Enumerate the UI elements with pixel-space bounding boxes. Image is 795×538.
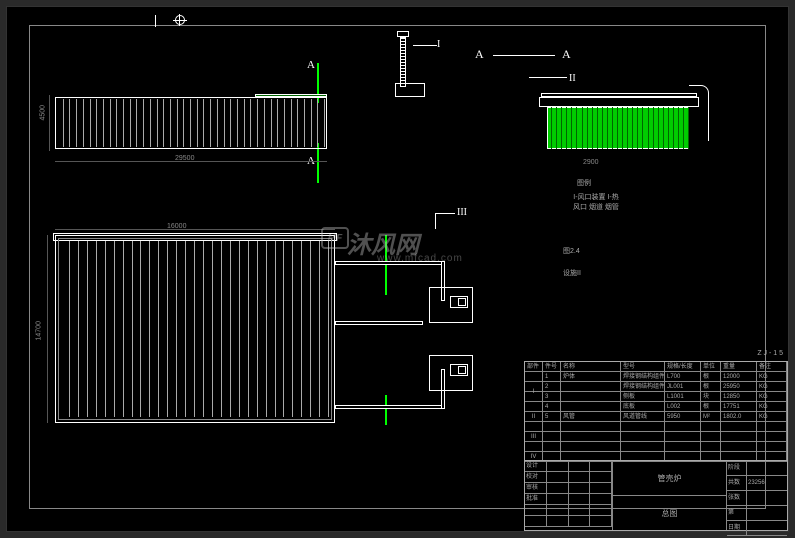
column-grid: [57, 99, 325, 147]
table-row: [525, 432, 787, 442]
dimension-text: 29500: [175, 155, 194, 162]
table-row: 2焊接钢结构组件JL001根25950KG: [525, 382, 787, 392]
plan-view[interactable]: [55, 235, 335, 423]
chimney-tower[interactable]: [395, 31, 411, 97]
title-block[interactable]: Z J - 1 5 部件 件号 名称 型号 规格/长度 单位 重量 备注 1炉体…: [524, 361, 788, 531]
table-header-row: 部件 件号 名称 型号 规格/长度 单位 重量 备注: [525, 362, 787, 372]
callout-label-iii: III: [457, 207, 467, 218]
dimension-text: 14700: [36, 321, 43, 340]
table-row: [525, 442, 787, 452]
meta-row: 共数23256: [727, 476, 787, 491]
section-label-a-left: A: [307, 59, 315, 71]
section-cut-line: [385, 235, 387, 295]
drawing-code: Z J - 1 5: [757, 350, 783, 357]
signature-row: 批准: [525, 494, 612, 505]
equipment-box[interactable]: [429, 355, 473, 391]
group-cell: II: [525, 412, 543, 422]
title-block-footer: 设计校对审核批准 管壳炉 总图 阶段共数23256张数第日期: [525, 460, 787, 530]
leader-line: [529, 77, 567, 78]
signature-row: 审核: [525, 483, 612, 494]
table-row: 1炉体焊接钢结构组件L700根12000KG: [525, 372, 787, 382]
project-name: 管壳炉: [613, 461, 726, 496]
dimension-line: [49, 95, 50, 151]
dimension-text: 16000: [167, 223, 186, 230]
signature-row: 设计: [525, 461, 612, 472]
group-cell: I: [525, 372, 543, 412]
section-title-a-left: A: [475, 47, 484, 62]
section-title-underline: [493, 55, 555, 56]
table-row: 4底板L002根17751KG: [525, 402, 787, 412]
pipe-run: [335, 321, 423, 325]
callout-label-ii: II: [569, 73, 576, 84]
column-grid: [547, 107, 689, 149]
note-text: I-风口装置 I-热风口 烟道 烟管: [573, 193, 619, 213]
table-row: 5风管风道管线5950M²1802.0KG: [525, 412, 787, 422]
note-text: 图例: [577, 179, 591, 189]
meta-row: 张数: [727, 491, 787, 506]
parts-list-table: 部件 件号 名称 型号 规格/长度 单位 重量 备注 1炉体焊接钢结构组件L70…: [525, 362, 787, 462]
pipe-run: [335, 261, 445, 265]
dimension-text: 2900: [583, 159, 599, 166]
duct-pipe: [689, 85, 709, 141]
section-title-a-right: A: [562, 47, 571, 62]
pipe-run: [335, 405, 445, 409]
dimension-line: [55, 229, 335, 230]
leader-line: [435, 213, 455, 214]
origin-marker: [155, 15, 195, 35]
callout-label-i: I: [437, 39, 440, 50]
section-cut-line: [385, 395, 387, 425]
leader-line: [435, 213, 436, 229]
table-row: 3侧板L1001块12850KG: [525, 392, 787, 402]
elevation-view-1[interactable]: [55, 97, 327, 149]
note-text: 设施II: [563, 269, 581, 279]
meta-row: 阶段: [727, 461, 787, 476]
signature-row: 校对: [525, 472, 612, 483]
dimension-line: [47, 235, 48, 423]
equipment-box[interactable]: [429, 287, 473, 323]
table-row: [525, 422, 787, 432]
section-view-aa[interactable]: [547, 97, 707, 149]
watermark-logo: MF: [321, 227, 349, 249]
dimension-text: 4500: [40, 105, 47, 121]
section-cut-line: [317, 143, 319, 183]
note-text: 图2.4: [563, 247, 580, 257]
group-cell: III: [525, 422, 543, 452]
column-grid: [61, 241, 329, 417]
meta-row: 日期: [727, 521, 787, 536]
meta-row: 第: [727, 506, 787, 521]
drawing-name: 总图: [613, 496, 726, 530]
cad-canvas[interactable]: A A A A I II III 29500 4500 2900 16000 1…: [6, 6, 789, 532]
leader-line: [413, 45, 437, 46]
